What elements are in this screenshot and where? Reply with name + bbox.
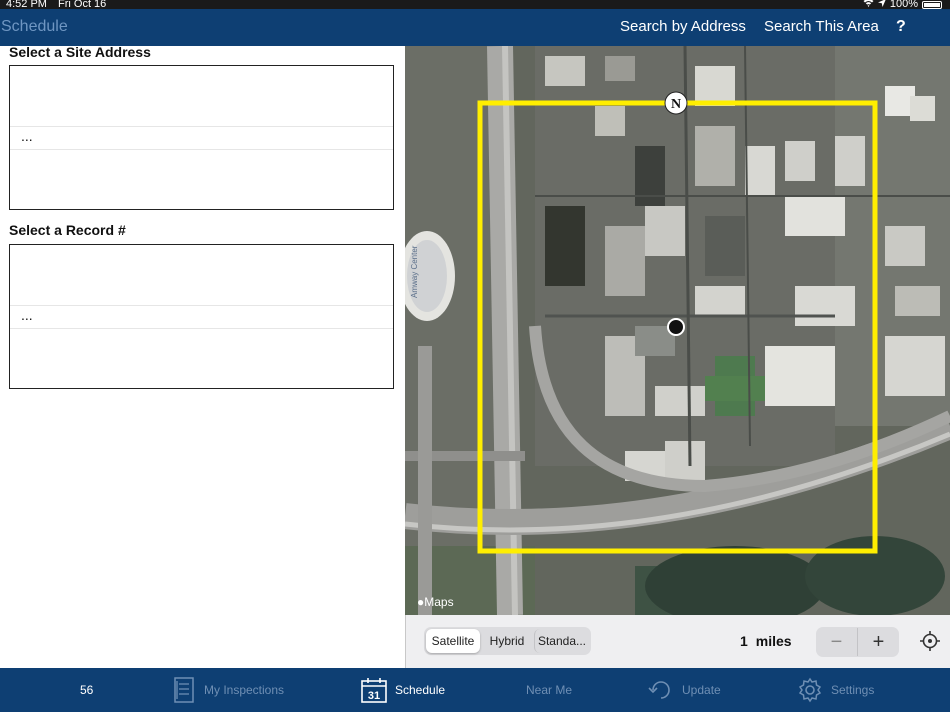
battery-icon	[922, 1, 942, 9]
map-type-standard[interactable]: Standa...	[534, 629, 589, 653]
search-this-area-button[interactable]: Search This Area	[764, 18, 879, 35]
status-bar: 4:52 PM Fri Oct 16 100%	[0, 0, 950, 10]
increase-radius-button[interactable]: +	[858, 628, 899, 656]
record-number-selected-row[interactable]: ...	[10, 305, 393, 329]
radius-readout: 1 miles	[740, 633, 792, 649]
inspections-list-icon	[172, 677, 196, 703]
map-type-satellite[interactable]: Satellite	[426, 629, 480, 653]
map-toolbar: Satellite Hybrid Standa... 1 miles − +	[405, 615, 950, 668]
record-number-label: Select a Record #	[9, 222, 126, 238]
map-type-hybrid[interactable]: Hybrid	[480, 629, 534, 653]
tab-my-inspections[interactable]: My Inspections	[172, 668, 284, 712]
radius-stepper: − +	[816, 627, 899, 657]
nav-title: Schedule	[1, 18, 68, 35]
tab-near-me[interactable]: Near Me	[526, 668, 572, 712]
selection-panel: Select a Site Address ... Select a Recor…	[0, 44, 405, 668]
satellite-map[interactable]: Amway Center N ●Maps	[405, 46, 950, 615]
site-address-picker[interactable]: ...	[9, 65, 394, 210]
map-type-segmented-control: Satellite Hybrid Standa...	[424, 627, 591, 655]
tab-near-me-label: Near Me	[526, 683, 573, 697]
radius-value: 1	[740, 633, 748, 649]
locate-me-icon[interactable]	[920, 631, 940, 651]
gear-icon	[797, 677, 823, 703]
maps-attribution: ●Maps	[417, 595, 454, 609]
refresh-icon	[648, 678, 674, 702]
compass-letter: N	[671, 97, 681, 112]
site-address-selected-row[interactable]: ...	[10, 126, 393, 150]
arena-text: Amway Center	[410, 245, 419, 298]
calendar-day: 31	[368, 690, 380, 702]
center-location-marker	[667, 318, 685, 336]
tab-bar: 56 My Inspections 31 Schedule Near Me Up…	[0, 668, 950, 712]
tab-my-inspections-label: My Inspections	[204, 683, 285, 697]
tab-settings-label: Settings	[831, 683, 875, 697]
site-address-label: Select a Site Address	[9, 44, 151, 60]
tab-schedule[interactable]: 31 Schedule	[361, 668, 445, 712]
decrease-radius-button[interactable]: −	[816, 628, 858, 656]
tab-schedule-label: Schedule	[395, 683, 446, 697]
tab-update-label: Update	[682, 683, 721, 697]
radius-unit: miles	[755, 633, 792, 649]
calendar-icon: 31	[361, 677, 387, 703]
help-button[interactable]: ?	[896, 18, 906, 36]
record-number-picker[interactable]: ...	[9, 244, 394, 389]
tab-count[interactable]: 56	[80, 668, 93, 712]
tab-settings[interactable]: Settings	[797, 668, 874, 712]
tab-update[interactable]: Update	[648, 668, 721, 712]
search-by-address-button[interactable]: Search by Address	[620, 18, 746, 35]
map-imagery: Amway Center N	[405, 46, 950, 615]
navigation-bar: Schedule Search by Address Search This A…	[0, 9, 950, 46]
